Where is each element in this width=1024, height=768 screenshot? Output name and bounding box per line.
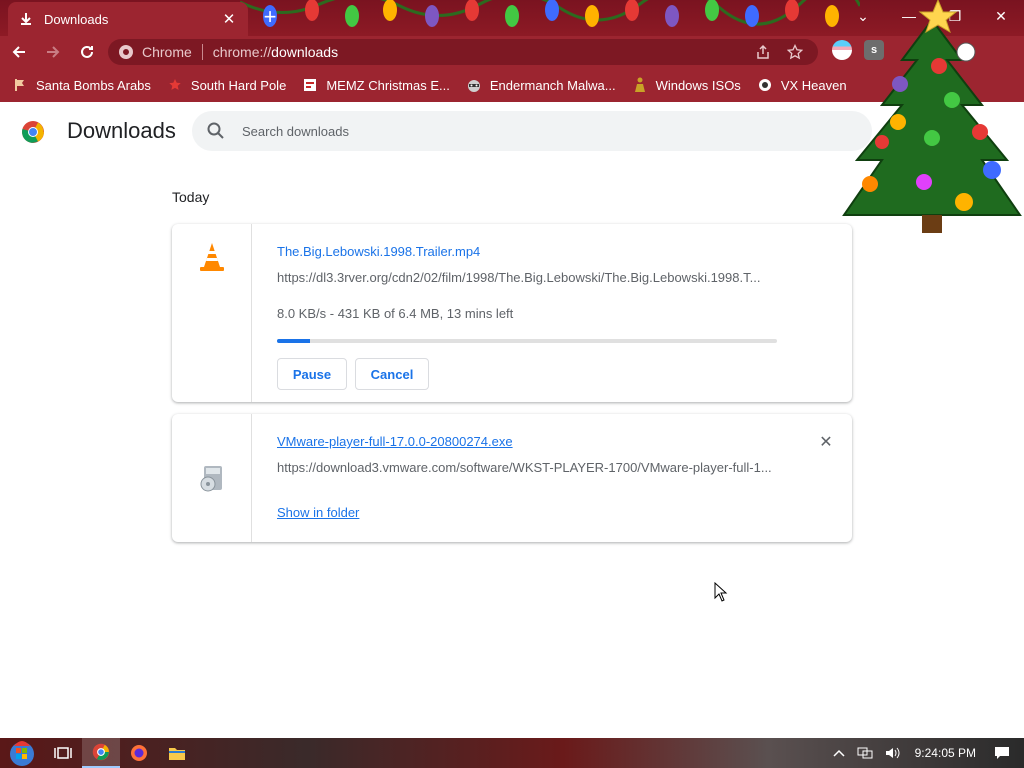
progress-bar — [277, 339, 777, 343]
address-bar[interactable]: Chrome chrome://downloads — [108, 39, 818, 65]
taskbar-firefox[interactable] — [120, 738, 158, 768]
file-url: https://dl3.3rver.org/cdn2/02/film/1998/… — [277, 270, 761, 285]
new-tab-button[interactable]: + — [258, 6, 282, 30]
network-icon[interactable] — [857, 746, 873, 760]
mouse-cursor-icon — [714, 582, 728, 602]
browser-window: Downloads ✕ + ⌄ — ❐ ✕ Chrome chrome://do… — [0, 0, 1024, 738]
bookmark-item[interactable]: Endermanch Malwa... — [466, 77, 616, 93]
reload-icon — [81, 45, 93, 58]
task-view-icon — [54, 747, 72, 759]
figure-icon — [632, 77, 648, 93]
chrome-icon — [119, 45, 133, 59]
download-icon-column — [172, 414, 252, 542]
search-box[interactable] — [192, 111, 872, 151]
url-path: downloads — [271, 44, 339, 60]
download-icon — [18, 11, 34, 27]
raccoon-icon — [466, 77, 482, 93]
download-item: The.Big.Lebowski.1998.Trailer.mp4 https:… — [172, 224, 852, 402]
bookmark-item[interactable]: Santa Bombs Arabs — [12, 77, 151, 93]
start-button[interactable] — [0, 738, 44, 768]
arrow-left-icon — [12, 46, 25, 58]
bookmark-item[interactable]: Windows ISOs — [632, 77, 741, 93]
bug-icon — [757, 77, 773, 93]
bookmark-label: Endermanch Malwa... — [489, 77, 616, 93]
page-icon — [302, 77, 318, 93]
download-icon-column — [172, 224, 252, 402]
folder-icon — [169, 748, 185, 760]
notification-icon[interactable] — [994, 746, 1010, 760]
bookmark-item[interactable]: MEMZ Christmas E... — [302, 77, 450, 93]
tab-close-icon[interactable]: ✕ — [220, 10, 238, 28]
installer-icon — [200, 466, 222, 492]
date-header: Today — [172, 189, 210, 205]
tab-downloads[interactable]: Downloads ✕ — [8, 2, 248, 36]
search-input[interactable] — [242, 123, 842, 139]
file-name-link[interactable]: The.Big.Lebowski.1998.Trailer.mp4 — [277, 244, 480, 259]
bookmark-label: Windows ISOs — [655, 77, 741, 93]
task-view-button[interactable] — [44, 738, 82, 768]
christmas-lights-decoration — [240, 0, 860, 27]
remove-icon[interactable]: ✕ — [818, 434, 834, 451]
firefox-icon — [131, 745, 147, 761]
file-url: https://download3.vmware.com/software/WK… — [277, 460, 772, 475]
taskbar: 9:24:05 PM — [0, 738, 1024, 768]
pause-button[interactable]: Pause — [277, 358, 347, 390]
chevron-up-icon[interactable] — [833, 749, 845, 757]
address-separator — [201, 44, 203, 60]
page-title: Downloads — [67, 118, 176, 143]
star-icon — [167, 77, 183, 93]
clock[interactable]: 9:24:05 PM — [915, 746, 976, 760]
reload-button[interactable] — [72, 37, 102, 67]
taskbar-file-explorer[interactable] — [158, 738, 196, 768]
windows-logo-icon — [10, 741, 34, 766]
taskbar-chrome[interactable] — [82, 738, 120, 768]
file-name-link[interactable]: VMware-player-full-17.0.0-20800274.exe — [277, 434, 513, 449]
cancel-button[interactable]: Cancel — [355, 358, 429, 390]
bookmark-item[interactable]: South Hard Pole — [167, 77, 286, 93]
url-scheme: chrome:// — [212, 44, 272, 60]
back-button[interactable] — [4, 37, 34, 67]
omnibox-actions — [754, 43, 804, 61]
flag-icon — [12, 77, 28, 93]
search-icon — [207, 122, 224, 139]
chrome-logo-icon — [22, 121, 44, 143]
forward-button[interactable] — [38, 37, 68, 67]
bookmark-star-icon[interactable] — [786, 43, 804, 61]
volume-icon[interactable] — [885, 746, 901, 760]
chrome-icon — [92, 743, 110, 761]
bookmark-label: VX Heaven — [780, 77, 847, 93]
share-icon[interactable] — [754, 43, 772, 61]
download-item: VMware-player-full-17.0.0-20800274.exe h… — [172, 414, 852, 542]
site-chip-label: Chrome — [142, 44, 192, 60]
bookmark-item[interactable]: VX Heaven — [757, 77, 847, 93]
progress-fill — [277, 339, 310, 343]
bookmark-label: MEMZ Christmas E... — [326, 77, 450, 93]
christmas-tree-decoration — [842, 0, 1022, 233]
bookmark-label: South Hard Pole — [190, 77, 287, 93]
system-tray: 9:24:05 PM — [827, 738, 1024, 768]
bookmark-label: Santa Bombs Arabs — [36, 77, 151, 93]
show-in-folder-link[interactable]: Show in folder — [277, 505, 359, 520]
arrow-right-icon — [47, 46, 60, 58]
vlc-cone-icon — [200, 243, 224, 271]
tab-title: Downloads — [44, 11, 109, 27]
download-status: 8.0 KB/s - 431 KB of 6.4 MB, 13 mins lef… — [277, 306, 514, 321]
